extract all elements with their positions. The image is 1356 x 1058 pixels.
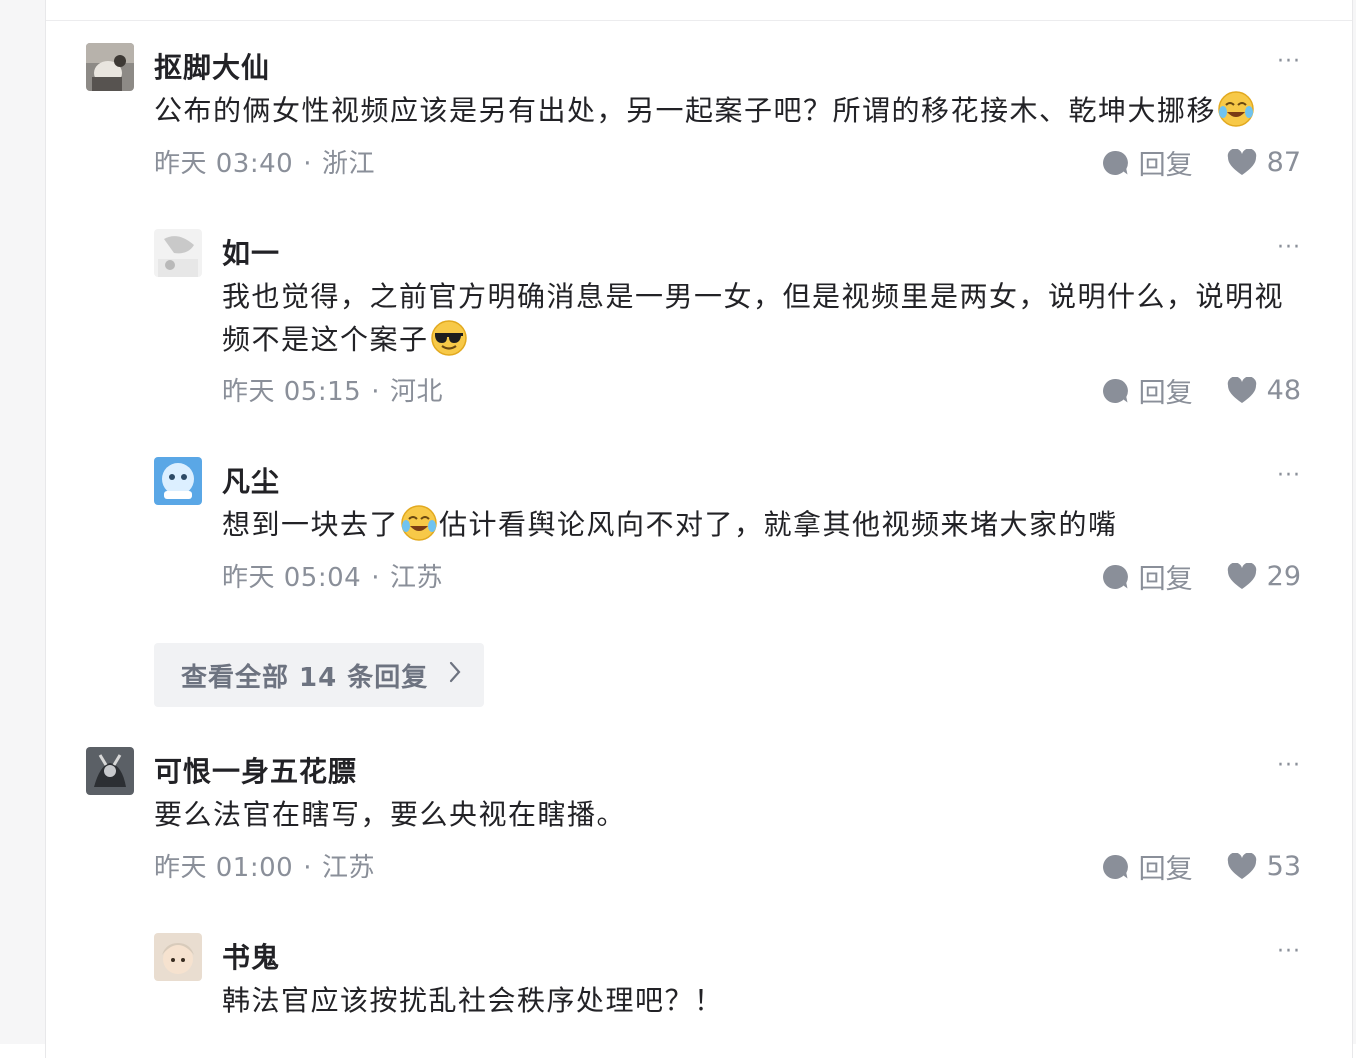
meta-separator: · [303,149,312,179]
view-all-replies-button[interactable]: 查看全部 14 条回复 [154,643,484,707]
comment-text-body: 想到一块去了 [222,508,400,541]
comment-bubble-icon [1102,378,1128,403]
like-button[interactable]: 87 [1227,147,1301,178]
view-all-replies-label: 查看全部 14 条回复 [181,662,429,693]
laugh-cry-emoji-icon [400,504,438,554]
comment-text-body: 频不是这个案子 [222,323,429,356]
comment-bubble-icon [1102,564,1128,589]
more-dots-icon[interactable]: ··· [1277,753,1301,778]
comment-text: 我也觉得，之前官方明确消息是一男一女，但是视频里是两女，说明什么，说明视 频不是… [222,275,1322,369]
comment-time: 昨天 05:04 [222,563,362,593]
comment-actions: 回复 53 [1101,847,1301,886]
like-count: 29 [1266,561,1301,592]
reply-label: 回复 [1138,378,1193,409]
meta-separator: · [303,853,312,883]
avatar[interactable] [86,747,134,795]
comment-text: 公布的俩女性视频应该是另有出处，另一起案子吧？所谓的移花接木、乾坤大挪移 [154,89,1314,140]
reply-button[interactable]: 回复 [1101,557,1193,596]
reply-label: 回复 [1138,564,1193,595]
comment-author[interactable]: 凡尘 [222,460,280,500]
more-dots-icon[interactable]: ··· [1277,49,1301,74]
comment-bubble-icon [1102,150,1128,175]
comment-actions: 回复 87 [1101,143,1301,182]
chevron-right-icon [448,660,462,691]
comment-location: 江苏 [321,853,375,883]
comment-meta: 昨天 03:40 · 浙江 [154,143,375,180]
like-count: 53 [1266,851,1301,882]
comment-meta: 昨天 05:15 · 河北 [222,371,443,408]
heart-icon [1227,562,1256,589]
divider [46,20,1352,21]
reply-label: 回复 [1138,854,1193,885]
heart-icon [1227,852,1256,879]
comment-panel: 抠脚大仙 ··· 公布的俩女性视频应该是另有出处，另一起案子吧？所谓的移花接木、… [45,0,1353,1058]
meta-separator: · [371,377,380,407]
reply-button[interactable]: 回复 [1101,143,1193,182]
comment-text-body: 韩法官应该按扰乱社会秩序处理吧？！ [222,984,724,1017]
comment-location: 河北 [389,377,443,407]
heart-icon [1227,376,1256,403]
comment-time: 昨天 03:40 [154,149,294,179]
comment-author[interactable]: 如一 [222,232,280,272]
comment-location: 浙江 [321,149,375,179]
comment-author[interactable]: 可恨一身五花膘 [154,750,357,790]
more-dots-icon[interactable]: ··· [1277,939,1301,964]
like-count: 87 [1266,147,1301,178]
more-dots-icon[interactable]: ··· [1277,235,1301,260]
avatar[interactable] [154,933,202,981]
sunglasses-emoji-icon [430,319,468,369]
comment-text-line: 我也觉得，之前官方明确消息是一男一女，但是视频里是两女，说明什么，说明视 [222,280,1285,313]
like-button[interactable]: 29 [1227,561,1301,592]
comment-actions: 回复 48 [1101,371,1301,410]
comment-text: 韩法官应该按扰乱社会秩序处理吧？！ [222,979,1322,1022]
avatar[interactable] [154,229,202,277]
meta-separator: · [371,563,380,593]
comment-text-line: 频不是这个案子 [222,318,1322,369]
comment-author[interactable]: 书鬼 [222,936,280,976]
comment-text-body: 要么法官在瞎写，要么央视在瞎播。 [154,798,627,831]
comment-location: 江苏 [389,563,443,593]
comment-text: 要么法官在瞎写，要么央视在瞎播。 [154,793,1314,836]
reply-button[interactable]: 回复 [1101,847,1193,886]
like-button[interactable]: 53 [1227,851,1301,882]
comment-actions: 回复 29 [1101,557,1301,596]
avatar[interactable] [154,457,202,505]
heart-icon [1227,148,1256,175]
comment-bubble-icon [1102,854,1128,879]
comment-meta: 昨天 05:04 · 江苏 [222,557,443,594]
comment-text: 想到一块去了 估计看舆论风向不对了，就拿其他视频来堵大家的嘴 [222,503,1322,554]
more-dots-icon[interactable]: ··· [1277,463,1301,488]
comment-text-body: 公布的俩女性视频应该是另有出处，另一起案子吧？所谓的移花接木、乾坤大挪移 [154,94,1217,127]
laugh-cry-emoji-icon [1217,90,1255,140]
like-count: 48 [1266,375,1301,406]
comment-meta: 昨天 01:00 · 江苏 [154,847,375,884]
reply-button[interactable]: 回复 [1101,371,1193,410]
comment-time: 昨天 01:00 [154,853,294,883]
comment-time: 昨天 05:15 [222,377,362,407]
like-button[interactable]: 48 [1227,375,1301,406]
reply-label: 回复 [1138,150,1193,181]
comment-author[interactable]: 抠脚大仙 [154,46,270,86]
comment-text-body: 估计看舆论风向不对了，就拿其他视频来堵大家的嘴 [439,508,1118,541]
avatar[interactable] [86,43,134,91]
